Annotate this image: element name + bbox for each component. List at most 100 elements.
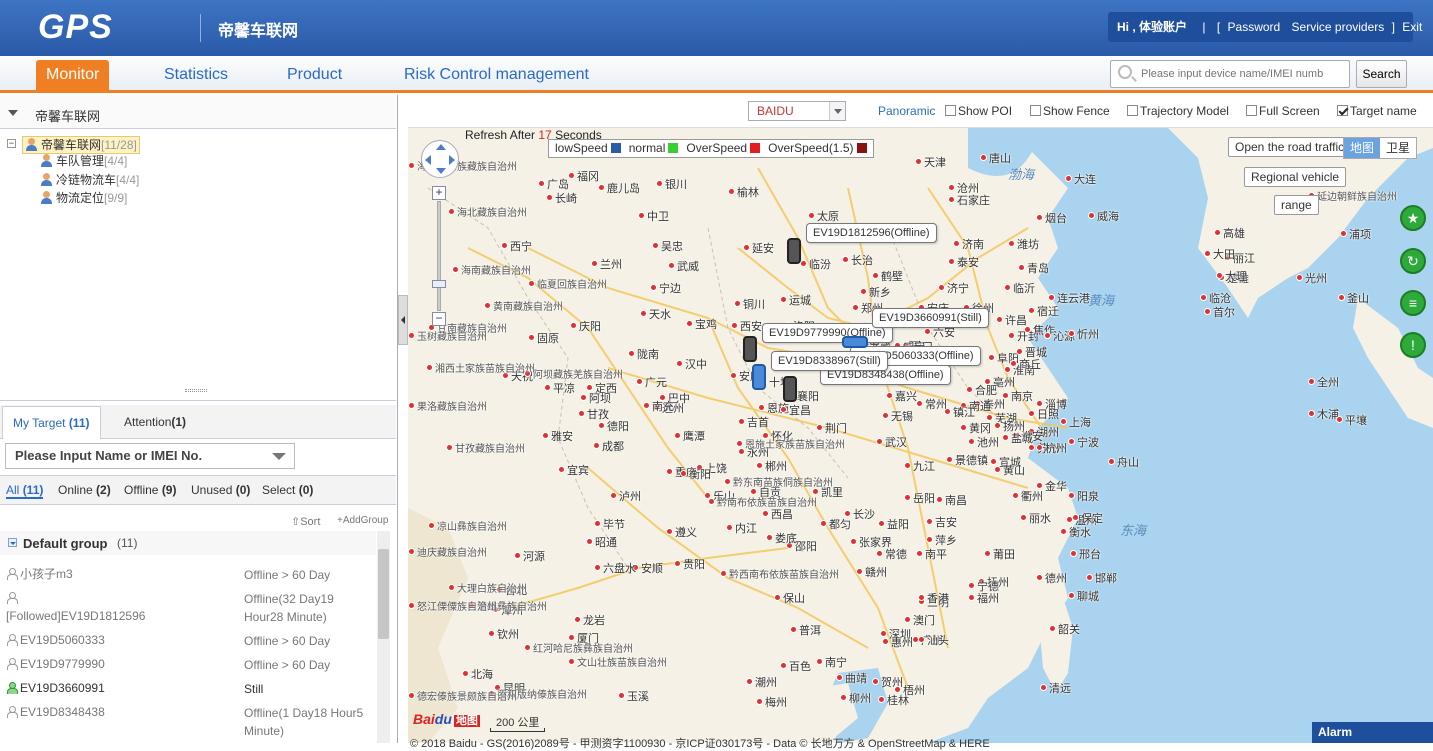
- panoramic-link[interactable]: Panoramic: [878, 104, 935, 118]
- vehicle-map-label[interactable]: EV19D8338967(Still): [771, 351, 888, 371]
- vehicle-status: Offline > 60 Day: [244, 658, 331, 672]
- header-divider: [200, 14, 201, 42]
- vehicle-row-name[interactable]: EV19D8348438: [6, 703, 236, 721]
- tab-my-target[interactable]: My Target (11): [2, 406, 101, 439]
- map-city-label: 衡水: [1060, 524, 1091, 540]
- tab-product[interactable]: Product: [277, 60, 352, 90]
- pan-down-icon[interactable]: [436, 168, 446, 174]
- zoom-out-button[interactable]: −: [432, 312, 446, 326]
- sort-up-icon: ⇧: [291, 516, 301, 528]
- filter-unused[interactable]: Unused (0): [191, 483, 250, 497]
- map-region-label: 大理白族自治州: [448, 580, 527, 595]
- option-show-fence[interactable]: Show Fence: [1030, 104, 1110, 118]
- map-city-label: 福冈: [568, 168, 599, 184]
- filter-count: (11): [22, 483, 44, 497]
- pan-up-icon[interactable]: [436, 144, 446, 150]
- alarm-panel-button[interactable]: Alarm: [1312, 722, 1433, 743]
- service-providers-link[interactable]: Service providers: [1292, 20, 1385, 34]
- filter-online[interactable]: Online (2): [58, 483, 111, 497]
- zoom-slider-knob[interactable]: [432, 280, 446, 288]
- search-button[interactable]: Search: [1356, 60, 1407, 88]
- checkbox-checked[interactable]: [1337, 105, 1348, 116]
- map-sea-label: 东海: [1120, 523, 1147, 538]
- group-toggle-icon[interactable]: [8, 538, 17, 547]
- info-icon[interactable]: !: [1400, 332, 1426, 358]
- checkbox[interactable]: [1246, 105, 1257, 116]
- checkbox[interactable]: [945, 105, 956, 116]
- map-provider-select[interactable]: BAIDU: [748, 101, 846, 121]
- refresh-icon[interactable]: ↻: [1400, 248, 1426, 274]
- map-city-label: 烟台: [1036, 210, 1067, 226]
- vehicle-row-name[interactable]: EV19D9779990: [6, 655, 236, 673]
- tree-node-fleet[interactable]: 车队管理[4/4]: [40, 153, 127, 169]
- vehicle-row-name[interactable]: EV19D5060333: [6, 631, 236, 649]
- password-link[interactable]: Password: [1228, 20, 1281, 34]
- vehicle-row-name[interactable]: EV19D3660991: [6, 679, 236, 697]
- map-city-label: 上海: [1060, 414, 1091, 430]
- vehicle-map-label[interactable]: EV19D3660991(Still): [872, 308, 989, 328]
- vehicle-marker-icon[interactable]: [752, 364, 766, 390]
- tree-node-label: 物流定位: [56, 191, 105, 205]
- option-show-poi[interactable]: Show POI: [945, 104, 1012, 118]
- tree-root-node[interactable]: 帝馨车联网[11/28]: [22, 136, 140, 154]
- star-icon[interactable]: ★: [1400, 205, 1426, 231]
- tree-node-coldchain[interactable]: 冷链物流车[4/4]: [40, 172, 139, 188]
- tab-risk-control[interactable]: Risk Control management: [394, 60, 599, 90]
- map-city-label: 济宁: [938, 280, 969, 296]
- option-target-name[interactable]: Target name: [1337, 104, 1417, 118]
- scrollbar-thumb[interactable]: [378, 549, 389, 639]
- user-icon: [25, 138, 38, 151]
- tab-count: (1): [171, 415, 187, 429]
- filter-select[interactable]: Select (0): [262, 483, 313, 497]
- vehicle-map-label[interactable]: EV19D1812596(Offline): [806, 223, 937, 243]
- tab-attention[interactable]: Attention(1): [114, 406, 196, 439]
- list-icon[interactable]: ≡: [1400, 290, 1426, 316]
- exit-link[interactable]: Exit: [1402, 20, 1422, 34]
- filter-offline[interactable]: Offline (9): [124, 483, 176, 497]
- device-search-input[interactable]: [1141, 65, 1346, 83]
- panel-collapse-button[interactable]: [398, 295, 408, 345]
- vehicle-marker-icon[interactable]: [743, 336, 757, 362]
- zoom-slider-track[interactable]: [437, 201, 441, 311]
- tab-count: (11): [68, 416, 90, 430]
- vehicle-marker-icon[interactable]: [842, 336, 868, 348]
- checkbox[interactable]: [1127, 105, 1138, 116]
- tab-statistics[interactable]: Statistics: [154, 60, 238, 90]
- option-full-screen[interactable]: Full Screen: [1246, 104, 1320, 118]
- vehicle-marker-icon[interactable]: [783, 376, 797, 402]
- regional-vehicle-button[interactable]: Regional vehicle: [1244, 167, 1347, 187]
- checkbox[interactable]: [1030, 105, 1041, 116]
- pan-control[interactable]: [421, 140, 459, 178]
- map-city-label: 赣州: [856, 564, 887, 580]
- option-trajectory-model[interactable]: Trajectory Model: [1127, 104, 1229, 118]
- map-city-label: 太原: [808, 208, 839, 224]
- map-city-label: 遵义: [666, 524, 697, 540]
- pan-right-icon[interactable]: [449, 155, 455, 165]
- map-canvas[interactable]: 天津 唐山 大连 石家庄 沧州 太原 济南 潍坊 青岛 烟台 威海 西宁 兰州 银川 榆林 延安 临汾 长治 鹤壁泰…: [408, 128, 1433, 743]
- vehicle-marker-icon[interactable]: [787, 238, 801, 264]
- map-type-satellite[interactable]: 卫星: [1380, 138, 1416, 158]
- road-traffic-button[interactable]: Open the road traffic: [1228, 137, 1352, 157]
- add-group-button[interactable]: +AddGroup: [337, 515, 388, 526]
- vehicle-row-name[interactable]: [Followed]EV19D1812596: [6, 589, 236, 625]
- pan-left-icon[interactable]: [425, 155, 431, 165]
- map-type-map[interactable]: 地图: [1344, 138, 1381, 158]
- group-header[interactable]: Default group (11): [0, 531, 376, 555]
- map-city-label: 浦项: [1340, 226, 1371, 242]
- tree-collapse-toggle[interactable]: −: [7, 139, 16, 148]
- tree-node-logistics[interactable]: 物流定位[9/9]: [40, 190, 127, 206]
- sort-button[interactable]: ⇧Sort: [291, 515, 320, 528]
- target-search-select[interactable]: Please Input Name or IMEI No.: [5, 443, 295, 469]
- filter-all[interactable]: All (11): [6, 483, 44, 499]
- vehicle-row-name[interactable]: 小孩子m3: [6, 565, 236, 583]
- vehicle-list-scrollbar[interactable]: [377, 531, 390, 743]
- panel-splitter[interactable]: [0, 385, 396, 401]
- splitter-grip[interactable]: [185, 389, 207, 392]
- tab-monitor[interactable]: Monitor: [36, 60, 110, 90]
- collapse-arrow-icon[interactable]: [8, 110, 18, 116]
- map-city-label: 衡阳: [680, 466, 711, 482]
- zoom-in-button[interactable]: +: [432, 186, 446, 200]
- range-button[interactable]: range: [1274, 195, 1319, 215]
- map-city-label: 黄山: [994, 462, 1025, 478]
- map-city-label: 泸州: [610, 488, 641, 504]
